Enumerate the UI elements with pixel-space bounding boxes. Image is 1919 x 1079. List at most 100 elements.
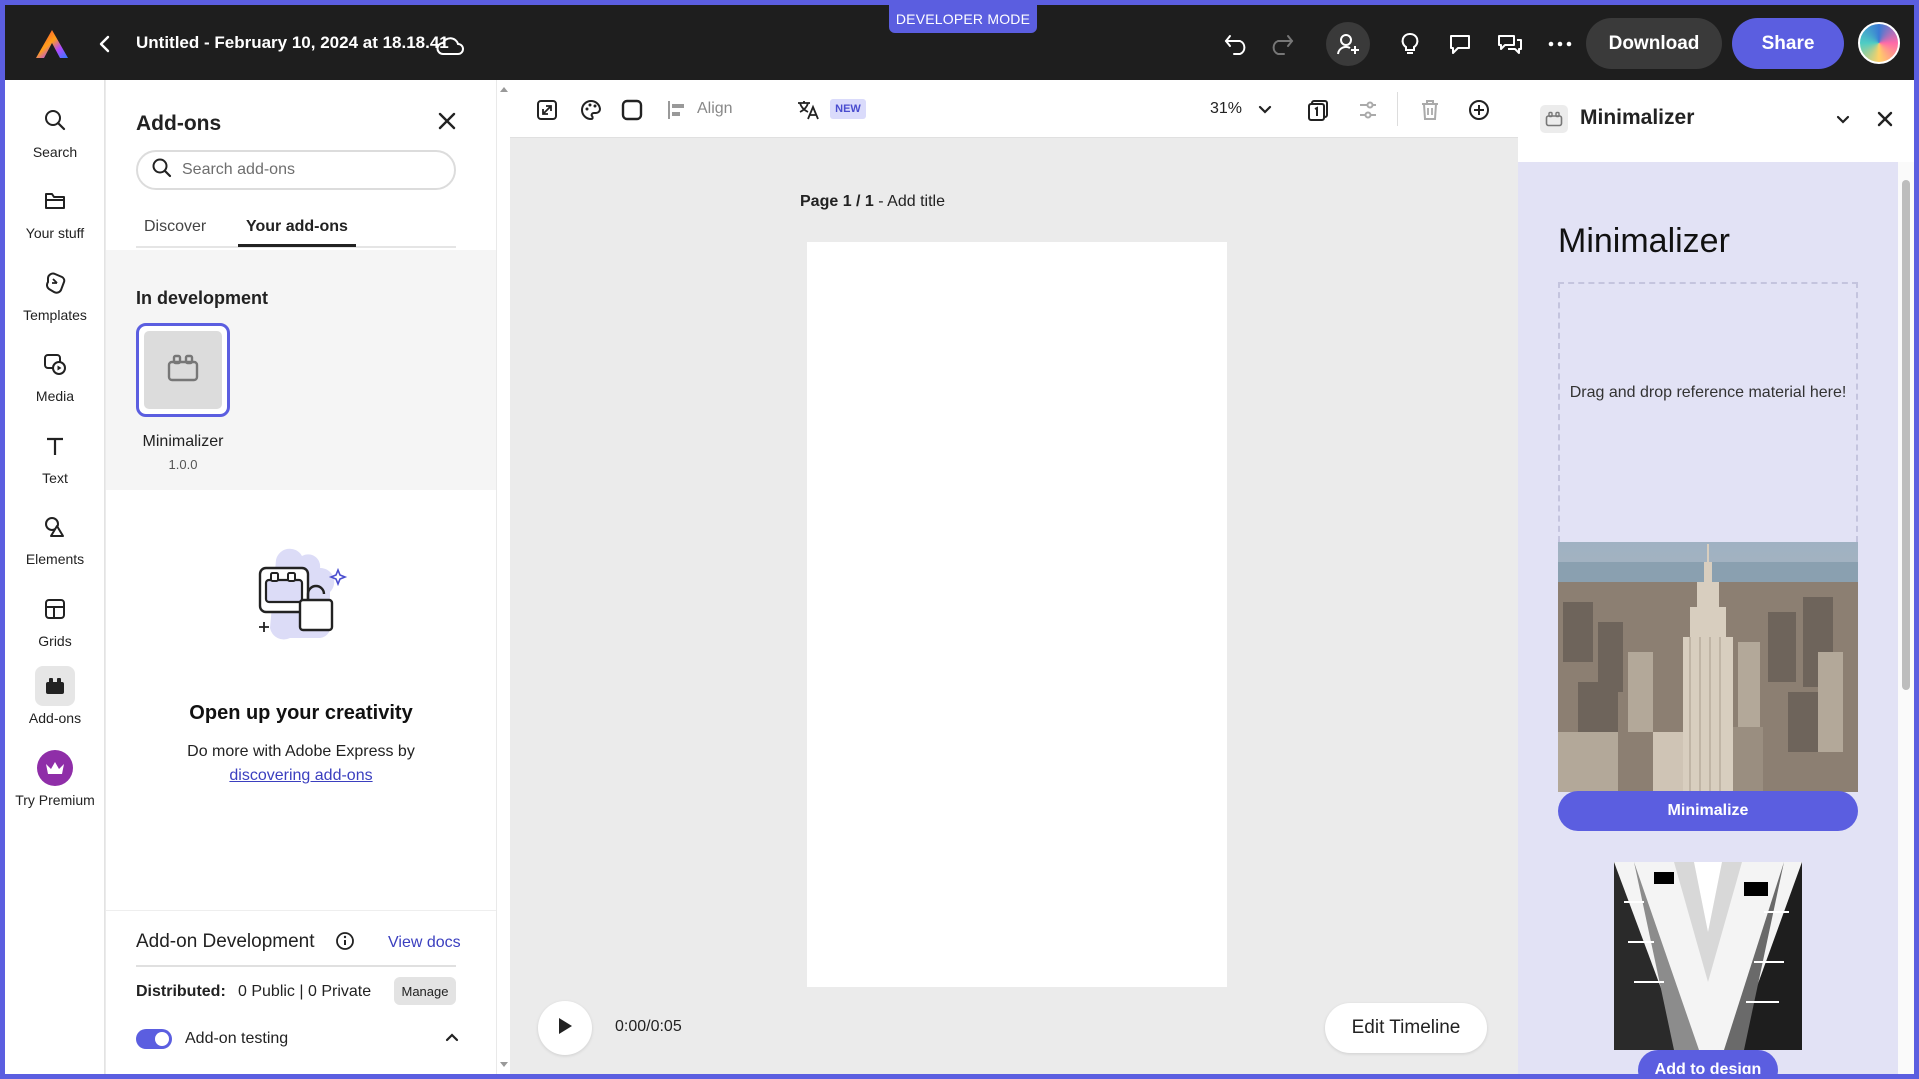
minimalize-button[interactable]: Minimalize <box>1558 791 1858 831</box>
rail-item-label: Search <box>32 144 78 160</box>
invite-user-icon[interactable] <box>1326 22 1370 66</box>
drop-zone[interactable]: Drag and drop reference material here! <box>1558 282 1858 542</box>
page-separator: - <box>873 193 888 210</box>
addons-illustration-icon <box>246 540 356 650</box>
scrollbar-thumb[interactable] <box>1902 180 1910 690</box>
rail-item-premium[interactable]: Try Premium <box>5 748 105 818</box>
search-icon <box>35 100 75 140</box>
addon-development-section: Add-on Development View docs Distributed… <box>106 910 496 1074</box>
search-field[interactable] <box>136 150 456 190</box>
rail-item-search[interactable]: Search <box>5 100 105 170</box>
document-title[interactable]: Untitled - February 10, 2024 at 18.18.41 <box>136 33 449 53</box>
addon-testing-label: Add-on testing <box>185 1030 289 1047</box>
chevron-up-icon[interactable] <box>444 1029 460 1045</box>
search-input[interactable] <box>182 161 432 179</box>
page-title-input[interactable]: Add title <box>887 193 945 210</box>
redo-icon[interactable] <box>1267 30 1295 58</box>
play-icon <box>557 1017 573 1040</box>
lightbulb-icon[interactable] <box>1396 30 1424 58</box>
folder-icon <box>35 181 75 221</box>
align-label[interactable]: Align <box>697 100 733 118</box>
tab-discover[interactable]: Discover <box>144 218 206 236</box>
addons-icon <box>35 666 75 706</box>
addons-panel: Add-ons Discover Your add-ons In develop… <box>106 80 496 1074</box>
addon-panel-header: Minimalizer <box>1518 80 1914 162</box>
manage-button[interactable]: Manage <box>394 977 456 1005</box>
addon-panel-scrollbar[interactable] <box>1898 162 1914 1074</box>
back-chevron-icon[interactable] <box>97 35 113 53</box>
comment-icon[interactable] <box>1446 30 1474 58</box>
rail-item-label: Media <box>35 388 75 404</box>
reference-image[interactable] <box>1558 542 1858 792</box>
active-tab-indicator <box>238 244 356 247</box>
avatar[interactable] <box>1858 22 1900 64</box>
grids-icon <box>35 589 75 629</box>
dev-section-title: Add-on Development <box>136 931 315 952</box>
pages-icon[interactable] <box>1305 97 1331 123</box>
rail-item-addons[interactable]: Add-ons <box>5 666 105 736</box>
distributed-value: 0 Public | 0 Private <box>238 983 372 1000</box>
info-icon[interactable] <box>335 931 355 951</box>
addons-tabs: Discover Your add-ons <box>136 210 456 248</box>
addon-version: 1.0.0 <box>168 457 198 472</box>
addon-card-minimalizer[interactable] <box>136 323 230 417</box>
addon-name: Minimalizer <box>142 433 224 450</box>
rail-item-grids[interactable]: Grids <box>5 589 105 659</box>
drop-zone-text: Drag and drop reference material here! <box>1569 384 1847 401</box>
add-to-design-button[interactable]: Add to design <box>1638 1050 1778 1074</box>
align-icon[interactable] <box>664 97 690 123</box>
edit-timeline-button[interactable]: Edit Timeline <box>1325 1003 1487 1053</box>
timeline-time: 0:00/0:05 <box>615 1018 682 1035</box>
addon-icon <box>1540 105 1568 133</box>
divider <box>136 965 456 967</box>
rail-item-media[interactable]: Media <box>5 344 105 414</box>
empty-state-description: Do more with Adobe Express by discoverin… <box>106 740 496 788</box>
resize-icon[interactable] <box>534 97 560 123</box>
rail-item-elements[interactable]: Elements <box>5 507 105 577</box>
page-label: Page 1 / 1 - Add title <box>800 193 945 211</box>
delete-icon[interactable] <box>1417 97 1443 123</box>
top-bar: DEVELOPER MODE Untitled - February 10, 2… <box>5 5 1914 80</box>
media-icon <box>35 344 75 384</box>
addon-iframe-body: Minimalizer Drag and drop reference mate… <box>1518 162 1898 1074</box>
tab-your-addons[interactable]: Your add-ons <box>246 218 348 236</box>
cloud-sync-icon <box>435 35 465 57</box>
rail-item-templates[interactable]: Templates <box>5 263 105 333</box>
elements-icon <box>35 507 75 547</box>
close-icon[interactable] <box>1874 108 1896 130</box>
play-button[interactable] <box>538 1001 592 1055</box>
developer-mode-badge: DEVELOPER MODE <box>889 5 1037 33</box>
share-button[interactable]: Share <box>1732 18 1844 69</box>
view-docs-link[interactable]: View docs <box>388 934 461 952</box>
text-icon <box>35 426 75 466</box>
add-page-icon[interactable] <box>1466 97 1492 123</box>
rail-item-your-stuff[interactable]: Your stuff <box>5 181 105 251</box>
zoom-level[interactable]: 31% <box>1210 100 1242 118</box>
shape-frame-icon[interactable] <box>619 97 645 123</box>
undo-icon[interactable] <box>1223 30 1251 58</box>
addon-placeholder-icon <box>166 353 200 388</box>
addon-panel-minimalizer: Minimalizer Minimalizer Drag and drop re… <box>1518 80 1914 1074</box>
rail-item-text[interactable]: Text <box>5 426 105 496</box>
adobe-express-logo-icon[interactable] <box>35 29 69 59</box>
empty-state-text: Do more with Adobe Express by <box>187 743 415 760</box>
download-button[interactable]: Download <box>1586 18 1722 69</box>
rail-item-label: Try Premium <box>15 792 95 808</box>
chevron-down-icon[interactable] <box>1252 97 1278 123</box>
result-image[interactable] <box>1614 862 1802 1050</box>
chevron-down-icon[interactable] <box>1834 110 1852 128</box>
discover-addons-link[interactable]: discovering add-ons <box>229 767 372 784</box>
panel-scrollbar[interactable] <box>496 80 510 1074</box>
more-options-icon[interactable] <box>1546 30 1574 58</box>
rail-item-label: Grids <box>38 633 72 649</box>
rail-item-label: Add-ons <box>28 710 82 726</box>
design-page[interactable] <box>807 242 1227 987</box>
close-icon[interactable] <box>436 110 460 134</box>
chat-review-icon[interactable] <box>1496 30 1524 58</box>
addon-panel-title: Minimalizer <box>1580 106 1695 129</box>
search-icon <box>152 158 172 183</box>
translate-icon[interactable] <box>795 97 821 123</box>
addon-testing-toggle[interactable] <box>136 1029 172 1049</box>
layers-settings-icon[interactable] <box>1355 97 1381 123</box>
color-palette-icon[interactable] <box>578 97 604 123</box>
